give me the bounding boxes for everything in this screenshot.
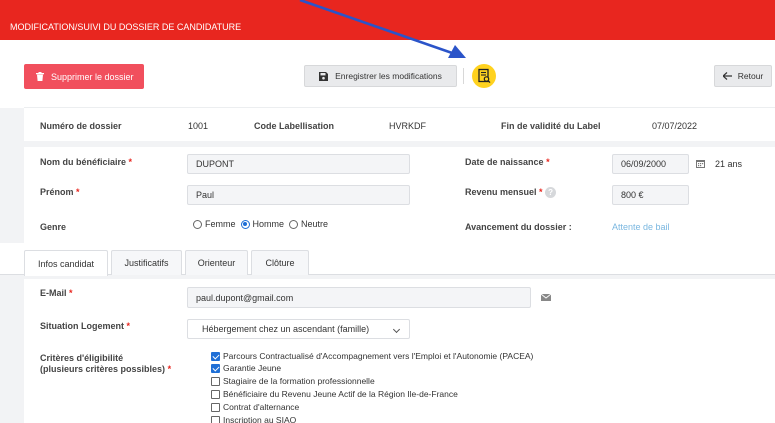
header-bar: MODIFICATION/SUIVI DU DOSSIER DE CANDIDA… xyxy=(0,0,775,40)
nom-input-value: DUPONT xyxy=(196,159,234,169)
genre-radio-group: Femme Homme Neutre xyxy=(193,219,328,229)
tab-cloture[interactable]: Clôture xyxy=(251,250,309,275)
genre-label: Genre xyxy=(40,222,67,232)
numero-label: Numéro de dossier xyxy=(40,121,122,131)
critere-item[interactable]: Garantie Jeune xyxy=(211,363,281,373)
revenu-label: Revenu mensuel * ? xyxy=(465,187,557,199)
prenom-input[interactable]: Paul xyxy=(187,185,410,205)
critere-checkbox[interactable] xyxy=(211,415,220,423)
nom-label: Nom du bénéficiaire * xyxy=(40,157,133,167)
critere-label: Contrat d'alternance xyxy=(223,402,300,412)
genre-radio-homme[interactable] xyxy=(240,219,250,229)
numero-value: 1001 xyxy=(188,121,209,131)
email-input-value: paul.dupont@gmail.com xyxy=(196,292,294,303)
code-value: HVRKDF xyxy=(389,121,427,131)
genre-radio-femme[interactable] xyxy=(193,219,202,229)
genre-option-neutre-label: Neutre xyxy=(301,219,329,229)
critere-item[interactable]: Parcours Contractualisé d'Accompagnement… xyxy=(211,351,533,361)
page: MODIFICATION/SUIVI DU DOSSIER DE CANDIDA… xyxy=(0,0,775,423)
critere-label: Stagiaire de la formation professionnell… xyxy=(223,376,375,386)
logement-select[interactable]: Hébergement chez un ascendant (famille) xyxy=(187,319,410,339)
genre-radio-neutre[interactable] xyxy=(289,219,299,229)
nom-input[interactable]: DUPONT xyxy=(187,154,410,174)
genre-option-homme-label: Homme xyxy=(252,219,285,229)
naissance-label: Date de naissance * xyxy=(465,157,550,167)
fin-value: 07/07/2022 xyxy=(652,121,698,131)
age-value: 21 ans xyxy=(715,159,743,169)
revenu-input[interactable]: 800 € xyxy=(612,185,689,205)
prenom-input-value: Paul xyxy=(196,190,215,200)
critere-label: Bénéficiaire du Revenu Jeune Actif de la… xyxy=(223,389,458,399)
critere-label: Garantie Jeune xyxy=(223,363,282,373)
critere-item[interactable]: Inscription au SIAO xyxy=(211,415,296,423)
naissance-input-value: 06/09/2000 xyxy=(621,159,667,169)
page-title: MODIFICATION/SUIVI DU DOSSIER DE CANDIDA… xyxy=(10,22,242,32)
toolbar-divider xyxy=(463,68,464,84)
dossier-info-panel: Numéro de dossier 1001 Code Labellisatio… xyxy=(24,107,775,141)
document-search-icon[interactable] xyxy=(472,64,496,88)
question-circle-icon[interactable]: ? xyxy=(545,187,557,199)
floppy-disk-icon xyxy=(319,71,329,81)
logement-select-value: Hébergement chez un ascendant (famille) xyxy=(202,324,370,334)
calendar-icon[interactable] xyxy=(696,159,705,168)
critere-checkbox[interactable] xyxy=(211,389,220,399)
save-changes-button[interactable]: Enregistrer les modifications xyxy=(304,65,457,87)
revenu-input-value: 800 € xyxy=(621,190,644,200)
tab-orienteur[interactable]: Orienteur xyxy=(185,250,248,275)
avancement-label: Avancement du dossier : xyxy=(465,222,572,232)
tab-justificatifs[interactable]: Justificatifs xyxy=(111,250,182,275)
envelope-icon[interactable] xyxy=(541,294,551,301)
critere-checkbox[interactable] xyxy=(211,376,220,386)
naissance-input[interactable]: 06/09/2000 xyxy=(612,154,689,174)
logement-label: Situation Logement * xyxy=(40,321,131,331)
critere-label: Parcours Contractualisé d'Accompagnement… xyxy=(223,351,534,361)
critere-item[interactable]: Stagiaire de la formation professionnell… xyxy=(211,376,375,386)
critere-item[interactable]: Bénéficiaire du Revenu Jeune Actif de la… xyxy=(211,389,458,399)
infos-candidat-panel: E-Mail * paul.dupont@gmail.com Situation… xyxy=(24,279,775,423)
genre-option-femme-label: Femme xyxy=(205,219,236,229)
delete-dossier-button[interactable]: Supprimer le dossier xyxy=(24,64,144,89)
email-label: E-Mail * xyxy=(40,288,73,298)
back-button[interactable]: Retour xyxy=(714,65,772,87)
critere-checkbox[interactable] xyxy=(211,351,220,361)
delete-dossier-label: Supprimer le dossier xyxy=(51,71,134,82)
trash-icon xyxy=(36,72,44,81)
tab-infos-candidat[interactable]: Infos candidat xyxy=(24,250,108,276)
criteres-label: Critères d'éligibilité xyxy=(40,353,124,363)
fin-label: Fin de validité du Label xyxy=(501,121,601,131)
email-input[interactable]: paul.dupont@gmail.com xyxy=(187,287,531,308)
beneficiaire-panel: Nom du bénéficiaire * DUPONT Date de nai… xyxy=(24,147,775,243)
arrow-left-icon xyxy=(722,72,732,80)
code-label: Code Labellisation xyxy=(254,121,335,131)
save-changes-label: Enregistrer les modifications xyxy=(335,71,442,81)
critere-checkbox[interactable] xyxy=(211,402,220,412)
prenom-label: Prénom * xyxy=(40,187,80,197)
avancement-status[interactable]: Attente de bail xyxy=(612,222,670,232)
critere-item[interactable]: Contrat d'alternance xyxy=(211,402,299,412)
criteres-sublabel: (plusieurs critères possibles) * xyxy=(40,364,172,374)
critere-checkbox[interactable] xyxy=(211,363,220,373)
critere-label: Inscription au SIAO xyxy=(223,415,297,423)
chevron-down-icon xyxy=(392,325,401,334)
back-label: Retour xyxy=(737,71,764,81)
